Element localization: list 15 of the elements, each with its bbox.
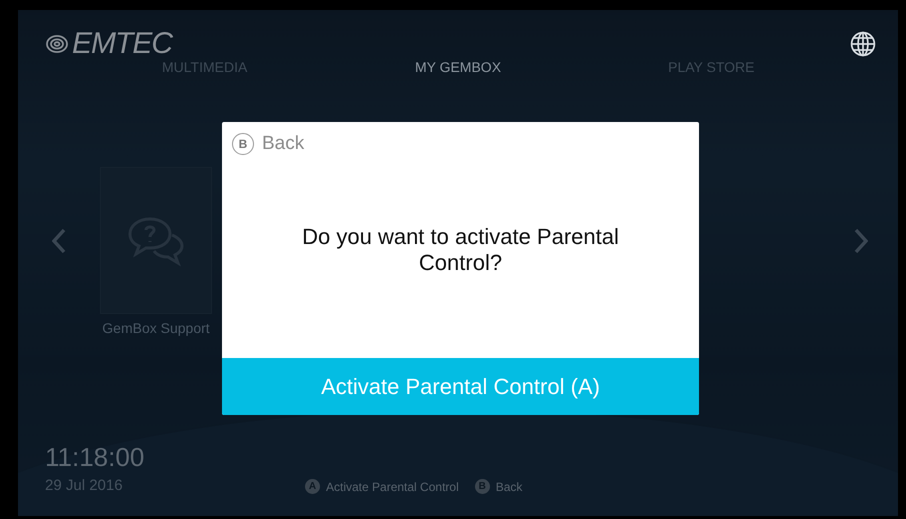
app-tile[interactable] bbox=[100, 167, 212, 314]
globe-icon[interactable] bbox=[850, 31, 876, 57]
clock-date: 29 Jul 2016 bbox=[45, 477, 124, 494]
activate-button[interactable]: Activate Parental Control (A) bbox=[222, 358, 699, 415]
chevron-left-icon[interactable] bbox=[52, 228, 66, 254]
tile-label: GemBox Support bbox=[102, 320, 210, 336]
hint-label: Activate Parental Control bbox=[326, 480, 459, 494]
speaker-logo-icon bbox=[45, 34, 69, 54]
dialog-message: Do you want to activate Parental Control? bbox=[301, 224, 620, 275]
chevron-right-icon[interactable] bbox=[854, 228, 868, 254]
nav-tab[interactable]: MY GEMBOX bbox=[414, 59, 502, 75]
hint-label: Back bbox=[496, 480, 522, 494]
back-button[interactable]: B Back bbox=[222, 122, 314, 155]
logo-text: EMTEC bbox=[72, 27, 172, 61]
clock-time: 11:18:00 bbox=[45, 442, 146, 473]
